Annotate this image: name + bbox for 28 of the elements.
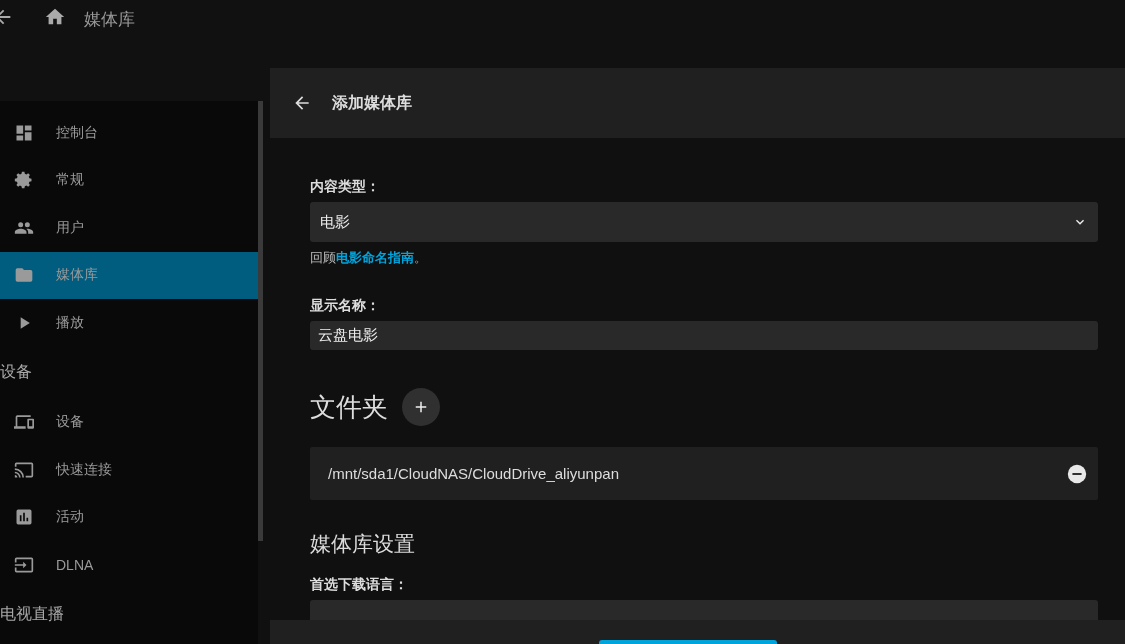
section-heading: 媒体库设置 xyxy=(310,531,416,557)
sidebar-item[interactable]: 设备 xyxy=(0,398,258,446)
chart-icon xyxy=(14,507,34,528)
sidebar-item[interactable]: 播放 xyxy=(0,299,258,347)
field-label: 显示名称： xyxy=(310,297,381,315)
sidebar-heading: 设备 xyxy=(0,362,33,382)
page-title: 媒体库 xyxy=(84,9,135,31)
field-label: 内容类型： xyxy=(310,178,381,196)
naming-guide-link[interactable]: 电影命名指南 xyxy=(336,250,414,265)
sidebar-item[interactable]: 活动 xyxy=(0,493,258,541)
add-folder-button[interactable] xyxy=(402,388,440,426)
display-name-field[interactable]: 云盘电影 xyxy=(310,321,1098,350)
sidebar-item[interactable]: 控制台 xyxy=(0,109,258,157)
scrollbar[interactable] xyxy=(258,101,263,541)
hint-text: 回顾电影命名指南。 xyxy=(310,249,428,267)
section-heading: 文件夹 xyxy=(310,390,388,424)
dialog-title: 添加媒体库 xyxy=(332,92,412,113)
folder-path: /mnt/sda1/CloudNAS/CloudDrive_aliyunpan xyxy=(328,465,619,482)
minus-icon xyxy=(1066,462,1088,485)
content-type-select[interactable]: 电影 xyxy=(310,202,1098,242)
settings-icon xyxy=(14,170,34,191)
sidebar-item[interactable]: 用户 xyxy=(0,204,258,252)
field-label: 首选下载语言： xyxy=(310,576,409,594)
sidebar-item[interactable]: 常规 xyxy=(0,156,258,204)
sidebar-item[interactable]: DLNA xyxy=(0,541,258,589)
remove-folder-button[interactable] xyxy=(1066,462,1088,485)
sidebar-heading: 电视直播 xyxy=(0,604,65,624)
sidebar-item[interactable]: 快速连接 xyxy=(0,446,258,494)
